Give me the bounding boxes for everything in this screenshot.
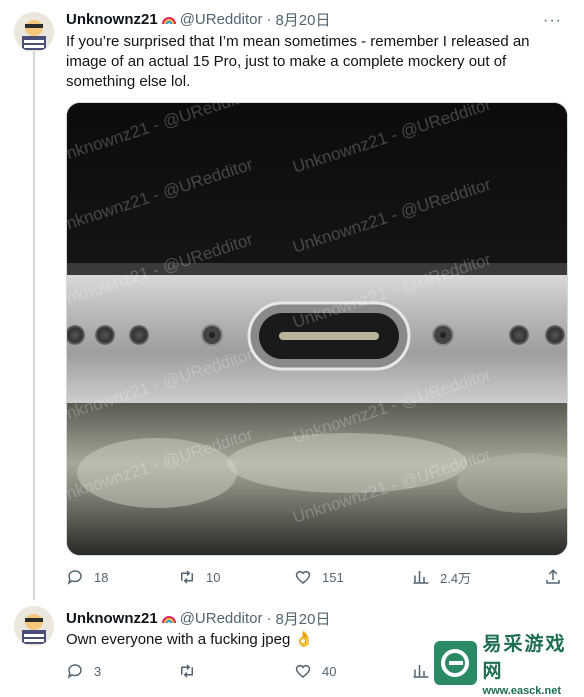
reply-count: 18 [94, 569, 109, 585]
post-date[interactable]: 8月20日 [275, 9, 330, 30]
thread-line [33, 52, 35, 600]
site-logo-icon [434, 641, 477, 685]
rainbow-icon [161, 17, 176, 25]
like-button[interactable]: 151 [294, 566, 344, 588]
reply-button[interactable]: 3 [66, 660, 101, 682]
phone-port-photo: Unknownz21 - @URedditor Unknownz21 - @UR… [67, 103, 567, 555]
action-bar: 18 10 151 2.4万 [66, 566, 566, 588]
separator: · [266, 609, 272, 627]
share-icon [546, 569, 560, 584]
retweet-icon [181, 570, 193, 584]
author-handle[interactable]: @URedditor [180, 11, 263, 28]
views-icon [413, 571, 429, 584]
tweet-1[interactable]: Unknownz21 @URedditor · 8月20日 ··· If you… [0, 0, 584, 600]
heart-icon [295, 570, 311, 584]
avatar[interactable] [14, 606, 54, 646]
reply-icon [67, 664, 82, 679]
views-icon [413, 665, 429, 678]
separator: · [266, 10, 272, 28]
views-button[interactable]: 2.4万 [412, 566, 471, 588]
heart-icon [295, 664, 311, 678]
site-url: www.easck.net [482, 685, 561, 697]
site-watermark: 易采游戏网 www.easck.net [430, 633, 584, 697]
share-button[interactable] [544, 566, 562, 588]
author-handle[interactable]: @URedditor [180, 610, 263, 627]
like-count: 40 [322, 663, 337, 679]
post-date[interactable]: 8月20日 [275, 608, 330, 629]
retweet-button[interactable] [178, 660, 206, 682]
tweet-header: Unknownz21 @URedditor · 8月20日 [66, 608, 330, 628]
retweet-count: 10 [206, 569, 221, 585]
avatar[interactable] [14, 12, 54, 52]
tweet-media[interactable]: Unknownz21 - @URedditor Unknownz21 - @UR… [66, 102, 568, 556]
rainbow-icon [161, 616, 176, 624]
like-count: 151 [322, 569, 344, 585]
view-count: 2.4万 [440, 570, 472, 586]
reply-count: 3 [94, 663, 102, 679]
speaker-grill-left [67, 325, 149, 345]
reply-icon [67, 570, 82, 585]
author-name[interactable]: Unknownz21 [66, 610, 158, 627]
site-name: 易采游戏网 [482, 633, 567, 682]
reply-button[interactable]: 18 [66, 566, 108, 588]
tweet-text: If you’re surprised that I’m mean someti… [66, 33, 530, 90]
author-name[interactable]: Unknownz21 [66, 11, 158, 28]
avatar-image [14, 12, 54, 52]
like-button[interactable]: 40 [294, 660, 336, 682]
retweet-icon [181, 664, 193, 678]
more-options-icon[interactable]: ··· [543, 12, 562, 30]
tweet-header: Unknownz21 @URedditor · 8月20日 [66, 9, 330, 29]
avatar-image [14, 606, 54, 646]
retweet-button[interactable]: 10 [178, 566, 220, 588]
